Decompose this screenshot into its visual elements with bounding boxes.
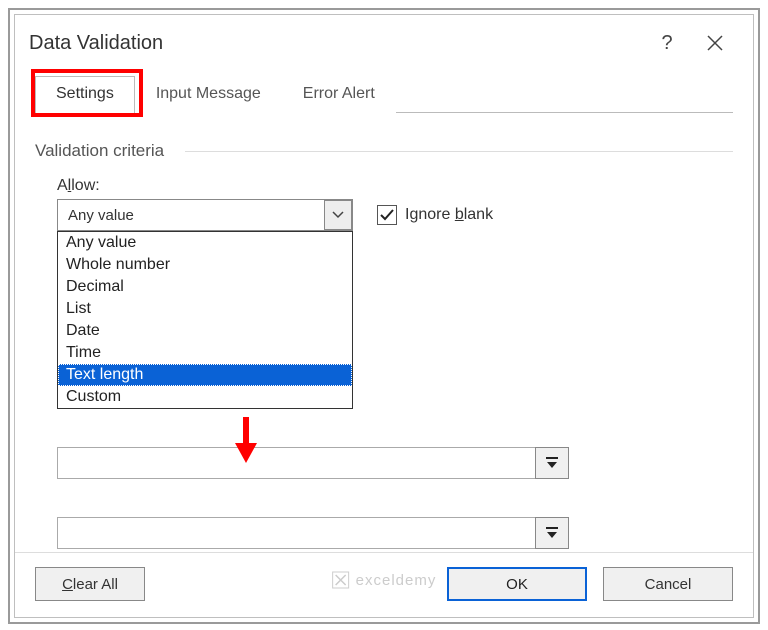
cancel-button[interactable]: Cancel xyxy=(603,567,733,601)
titlebar: Data Validation ? xyxy=(15,15,753,75)
option-time[interactable]: Time xyxy=(58,342,352,364)
tab-error-alert[interactable]: Error Alert xyxy=(282,76,396,113)
tab-input-message[interactable]: Input Message xyxy=(135,76,282,113)
tab-input-message-label: Input Message xyxy=(156,85,261,102)
data-validation-dialog: Data Validation ? Settings Input Message… xyxy=(14,14,754,618)
option-any-value[interactable]: Any value xyxy=(58,232,352,254)
close-icon xyxy=(706,34,724,52)
range-ref-button-2[interactable] xyxy=(535,517,569,549)
allow-select-value: Any value xyxy=(58,207,324,224)
range-ref-button-1[interactable] xyxy=(535,447,569,479)
option-text-length[interactable]: Text length xyxy=(58,364,352,386)
range-input-1[interactable] xyxy=(57,447,535,479)
ignore-blank-label: Ignore blank xyxy=(405,206,493,224)
option-whole-number[interactable]: Whole number xyxy=(58,254,352,276)
validation-criteria-label: Validation criteria xyxy=(35,141,174,161)
allow-select[interactable]: Any value Any value Whole number Decimal… xyxy=(57,199,353,231)
collapse-icon xyxy=(544,456,560,470)
allow-label: Allow: xyxy=(57,177,733,195)
checkmark-icon xyxy=(379,207,395,223)
close-button[interactable] xyxy=(691,23,739,63)
clear-all-button[interactable]: Clear All xyxy=(35,567,145,601)
ignore-blank-checkbox[interactable] xyxy=(377,205,397,225)
allow-dropdown[interactable]: Any value Whole number Decimal List Date… xyxy=(57,231,353,409)
allow-select-button[interactable] xyxy=(324,200,352,230)
ok-button[interactable]: OK xyxy=(447,567,587,601)
range-field-2 xyxy=(57,517,569,549)
option-custom[interactable]: Custom xyxy=(58,386,352,408)
button-bar: Clear All OK Cancel xyxy=(15,552,753,617)
option-date[interactable]: Date xyxy=(58,320,352,342)
option-decimal[interactable]: Decimal xyxy=(58,276,352,298)
option-list[interactable]: List xyxy=(58,298,352,320)
tab-strip: Settings Input Message Error Alert xyxy=(35,75,733,113)
chevron-down-icon xyxy=(332,211,344,219)
dialog-title: Data Validation xyxy=(29,32,163,55)
range-input-2[interactable] xyxy=(57,517,535,549)
validation-criteria-group: Validation criteria Allow: Any value xyxy=(35,127,733,231)
collapse-icon xyxy=(544,526,560,540)
tab-settings[interactable]: Settings xyxy=(35,76,135,113)
help-button[interactable]: ? xyxy=(643,23,691,63)
tab-settings-label: Settings xyxy=(56,85,114,102)
tab-error-alert-label: Error Alert xyxy=(303,85,375,102)
range-field-1 xyxy=(57,447,569,479)
